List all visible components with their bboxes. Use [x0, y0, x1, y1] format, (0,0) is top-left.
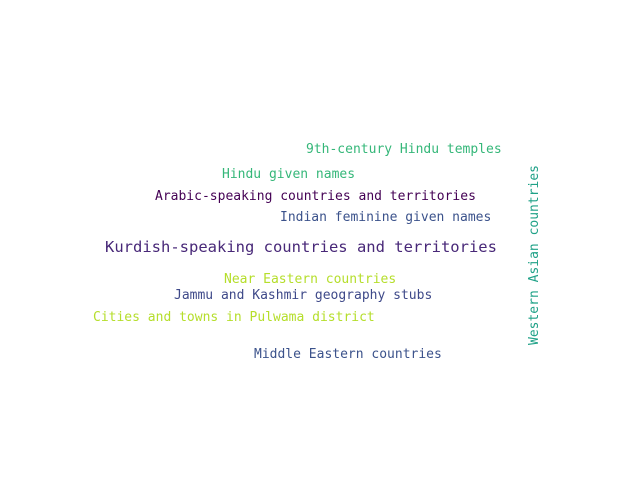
cloud-word: Arabic-speaking countries and territorie… [155, 189, 476, 204]
word-cloud: 9th-century Hindu temples Hindu given na… [0, 0, 640, 480]
cloud-word: Indian feminine given names [280, 210, 492, 225]
cloud-word: Hindu given names [222, 167, 356, 182]
cloud-word-vertical: Western Asian countries [527, 164, 542, 345]
cloud-word: Near Eastern countries [224, 272, 397, 287]
cloud-word: Cities and towns in Pulwama district [93, 310, 375, 325]
cloud-word: Middle Eastern countries [254, 347, 442, 362]
cloud-word: Jammu and Kashmir geography stubs [174, 288, 433, 303]
cloud-word: 9th-century Hindu temples [306, 142, 502, 157]
cloud-word: Kurdish-speaking countries and territori… [105, 238, 497, 256]
